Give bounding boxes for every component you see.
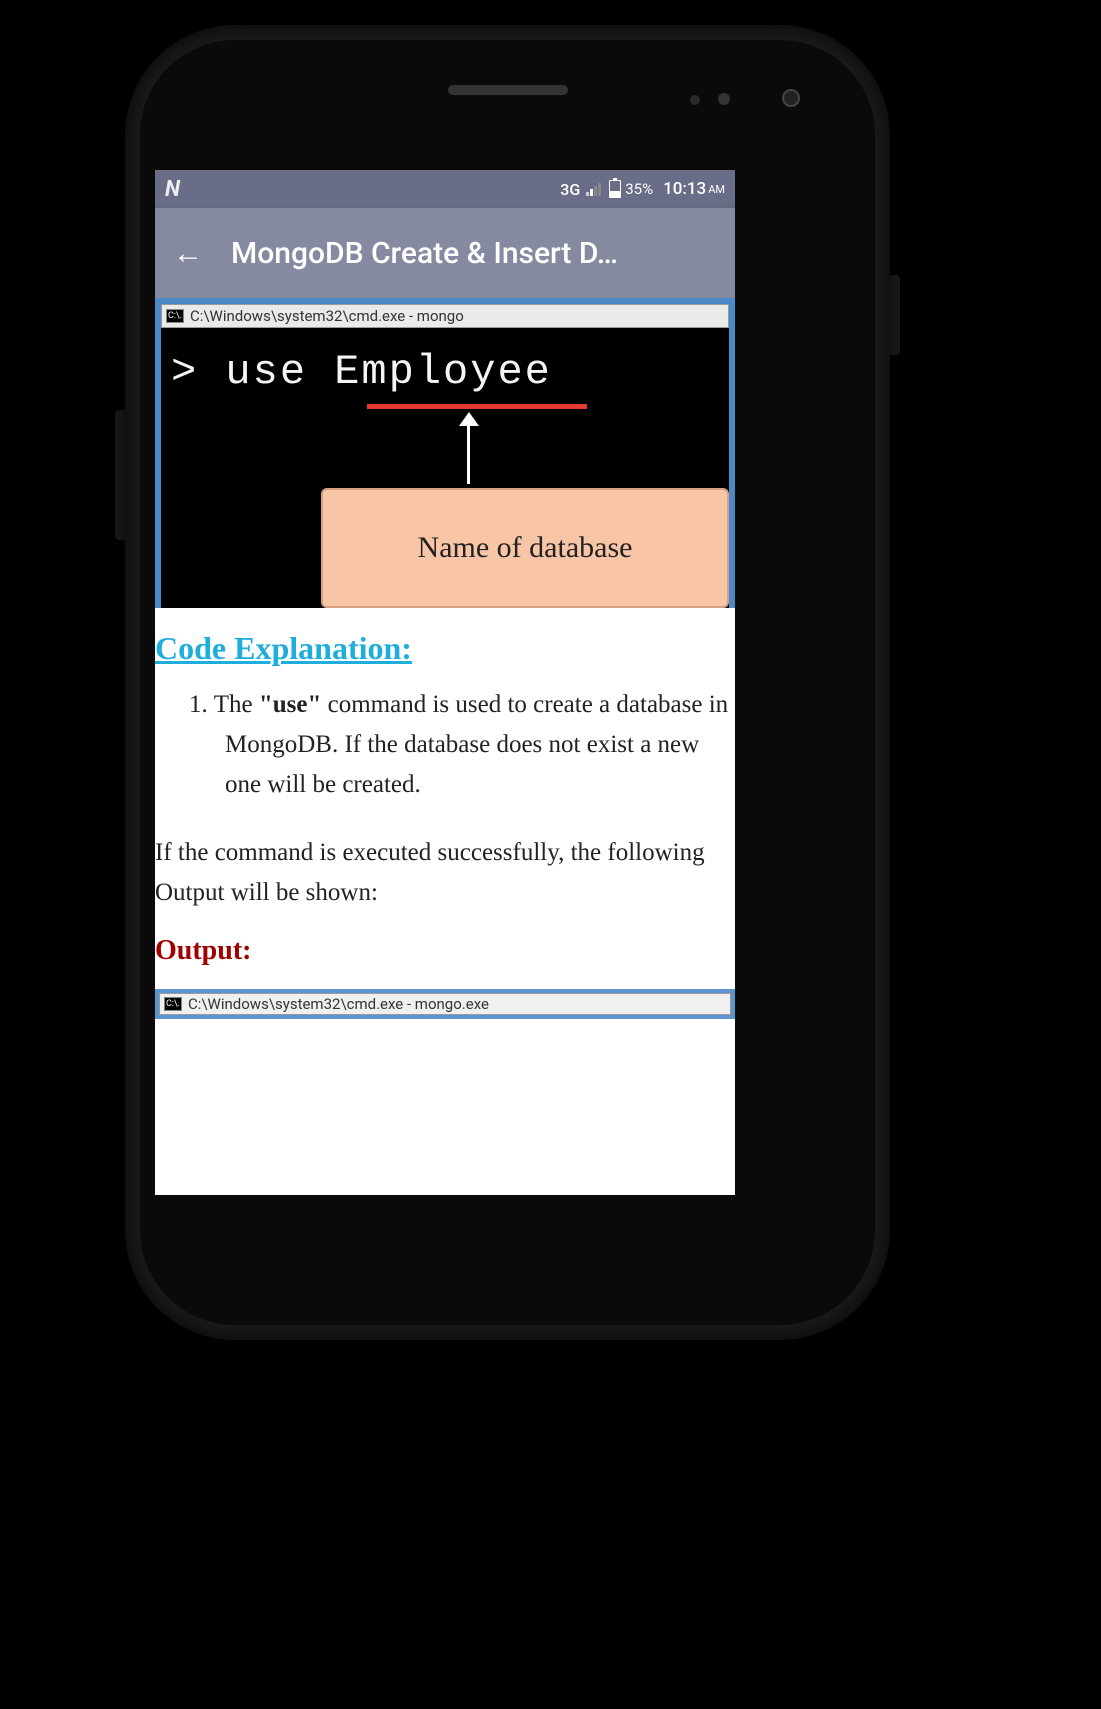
phone-speaker	[448, 85, 568, 95]
power-button	[890, 275, 900, 355]
android-n-icon: N	[165, 177, 180, 202]
bold-keyword: "use"	[259, 691, 322, 718]
battery-icon	[609, 180, 621, 198]
cmd-icon: C:\.	[164, 997, 182, 1011]
arrow-up-icon	[467, 414, 470, 484]
app-bar: ← MongoDB Create & Insert D…	[155, 208, 735, 298]
terminal-titlebar: C:\. C:\Windows\system32\cmd.exe - mongo…	[159, 993, 731, 1015]
back-arrow-icon[interactable]: ←	[173, 236, 203, 271]
output-heading: Output:	[155, 935, 735, 967]
paragraph: If the command is executed successfully,…	[155, 833, 735, 913]
annotation-label: Name of database	[321, 488, 729, 608]
phone-sensor	[690, 95, 700, 105]
terminal-window-title: C:\Windows\system32\cmd.exe - mongo.exe	[188, 995, 489, 1013]
code-screenshot-figure: C:\. C:\Windows\system32\cmd.exe - mongo…	[155, 298, 735, 608]
text-fragment: The	[214, 691, 259, 718]
terminal-titlebar: C:\. C:\Windows\system32\cmd.exe - mongo	[161, 304, 729, 328]
terminal-window-title: C:\Windows\system32\cmd.exe - mongo	[190, 307, 464, 325]
battery-percent: 35%	[625, 180, 653, 198]
highlight-underline	[367, 404, 587, 409]
section-heading: Code Explanation:	[155, 608, 735, 685]
explanation-list-item: 1.The "use" command is used to create a …	[155, 685, 735, 805]
page-title: MongoDB Create & Insert D…	[231, 236, 717, 271]
output-screenshot-figure: C:\. C:\Windows\system32\cmd.exe - mongo…	[155, 989, 735, 1019]
terminal-body: > use Employee Name of database	[161, 328, 729, 608]
list-marker: 1.	[189, 691, 208, 718]
status-bar: N 3G 35% 10:13 AM	[155, 170, 735, 208]
phone-sensor	[718, 93, 730, 105]
article-content[interactable]: C:\. C:\Windows\system32\cmd.exe - mongo…	[155, 298, 735, 1195]
network-type: 3G	[560, 180, 580, 199]
terminal-command-line: > use Employee	[171, 348, 719, 396]
clock-ampm: AM	[708, 183, 725, 196]
cmd-icon: C:\.	[166, 309, 184, 323]
phone-camera	[782, 89, 800, 107]
phone-screen: N 3G 35% 10:13 AM ← MongoDB Create & Ins…	[155, 170, 735, 1195]
signal-icon	[586, 183, 601, 196]
volume-button	[115, 410, 125, 540]
clock-time: 10:13	[663, 179, 706, 199]
